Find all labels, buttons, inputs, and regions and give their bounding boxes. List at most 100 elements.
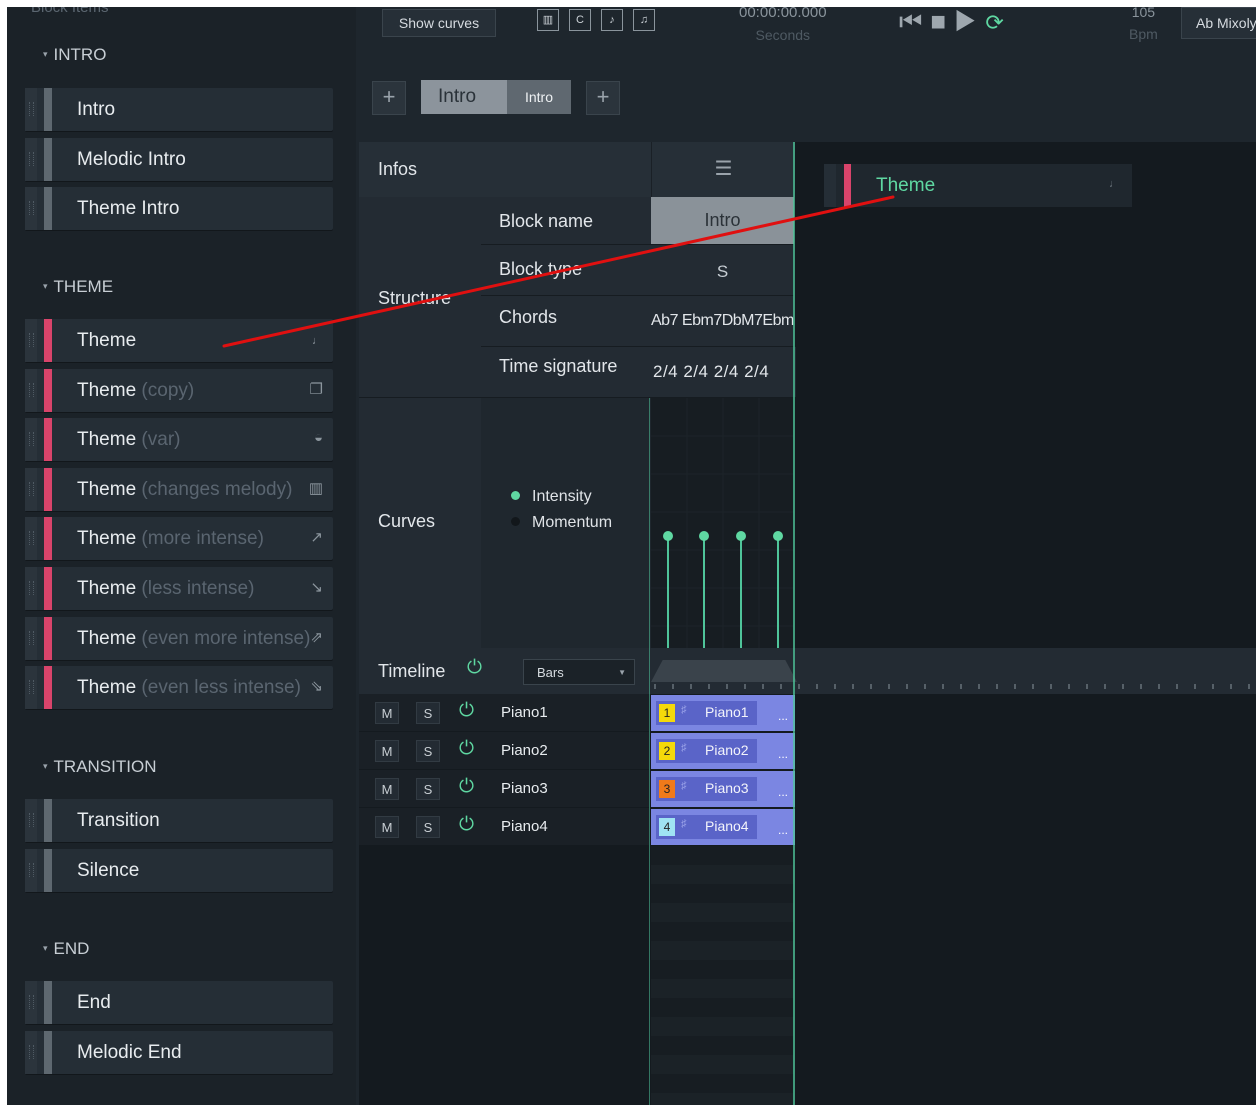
section-theme[interactable]: ▾ THEME [43,277,113,297]
solo-button[interactable]: S [416,778,440,800]
drag-handle-icon[interactable] [25,1031,37,1074]
clip-number: 2 [659,742,675,760]
clip-number: 4 [659,818,675,836]
power-icon[interactable]: ⏻ [459,700,474,722]
momentum-dot-icon [511,517,520,526]
block-item-theme-var[interactable]: Theme (var) ◒ [25,418,333,461]
track-row: M S ⏻ Piano2 2 ♯ Piano2... [359,732,1256,770]
mute-button[interactable]: M [375,816,399,838]
loop-icon[interactable]: ⟳ [985,10,1011,35]
score-view-icon[interactable]: ♫ [633,9,655,31]
mute-button[interactable]: M [375,740,399,762]
infos-menu-icon[interactable]: ☰ [651,142,795,197]
drag-handle-icon[interactable] [25,187,37,230]
stop-icon[interactable]: ■ [930,7,954,36]
block-item-theme-even-less-intense[interactable]: Theme (even less intense) ⇘ [25,666,333,709]
block-item-melodic-intro[interactable]: Melodic Intro [25,138,333,181]
mute-button[interactable]: M [375,778,399,800]
chords-field[interactable]: Ab7 Ebm7DbM7Ebm7 [651,296,794,346]
tab-intro-block[interactable]: Intro Intro [421,80,571,114]
track-name: Piano3 [501,780,548,797]
clip-more-button[interactable]: ... [778,709,788,723]
show-curves-button[interactable]: Show curves [382,9,496,37]
drag-handle-icon[interactable] [824,164,836,207]
solo-button[interactable]: S [416,740,440,762]
solo-button[interactable]: S [416,702,440,724]
solo-button[interactable]: S [416,816,440,838]
block-item-end[interactable]: End [25,981,333,1024]
clip-more-button[interactable]: ... [778,823,788,837]
chord-view-icon[interactable]: C [569,9,591,31]
piano-view-icon[interactable]: ▥ [537,9,559,31]
power-icon[interactable]: ⏻ [459,814,474,836]
drag-handle-icon[interactable] [25,849,37,892]
drag-handle-icon[interactable] [25,517,37,560]
curves-plot[interactable] [651,398,794,648]
clip-more-button[interactable]: ... [778,785,788,799]
drag-handle-icon[interactable] [25,319,37,362]
block-item-transition[interactable]: Transition [25,799,333,842]
inspector-block-item[interactable]: Theme ♩ [824,164,1132,207]
note-view-icon[interactable]: ♪ [601,9,623,31]
tempo-display[interactable]: 105 Bpm [1129,7,1158,42]
dropdown-arrow-icon: ▼ [618,668,626,677]
drag-handle-icon[interactable] [25,567,37,610]
legend-momentum[interactable]: Momentum [511,514,612,532]
drag-handle-icon[interactable] [25,799,37,842]
clip[interactable]: 1 ♯ Piano1... [651,695,795,731]
legend-intensity[interactable]: Intensity [511,488,592,506]
sharp-icon: ♯ [681,742,687,754]
block-item-theme-changes-melody[interactable]: Theme (changes melody) ▥ [25,468,333,511]
section-intro[interactable]: ▾ INTRO [43,45,106,65]
rewind-icon[interactable]: ⏮ [899,7,930,36]
variation-icon: ◒ [313,429,323,446]
clip[interactable]: 3 ♯ Piano3... [651,771,795,807]
drag-handle-icon[interactable] [25,981,37,1024]
block-item-melodic-end[interactable]: Melodic End [25,1031,333,1074]
time-signature-field[interactable]: 2/4 2/4 2/4 2/4 [651,347,796,397]
timeline-ruler[interactable] [651,660,1256,690]
mute-button[interactable]: M [375,702,399,724]
clip[interactable]: 2 ♯ Piano2... [651,733,795,769]
clip[interactable]: 4 ♯ Piano4... [651,809,795,845]
app-window: Block Items ▾ INTRO Intro Melodic Intro T… [7,7,1256,1105]
power-icon[interactable]: ⏻ [459,776,474,798]
play-icon[interactable]: ▶ [954,7,985,36]
timeline-header: Timeline ⏻ Bars ▼ [359,648,1256,694]
collapse-caret-icon: ▾ [43,761,48,771]
clip-number: 1 [659,704,675,722]
block-item-theme-even-more-intense[interactable]: Theme (even more intense) ⇗ [25,617,333,660]
drag-handle-icon[interactable] [25,666,37,709]
block-start-line [649,398,650,1105]
drag-handle-icon[interactable] [25,88,37,131]
sidebar-title: Block Items [31,7,109,16]
section-transition[interactable]: ▾ TRANSITION [43,757,156,777]
block-item-theme-intro[interactable]: Theme Intro [25,187,333,230]
top-toolbar: Show curves ▥ C ♪ ♫ 00:00:00.000 Seconds ⏮■… [359,7,1256,69]
add-block-after-button[interactable]: + [586,81,620,115]
drag-handle-icon[interactable] [25,617,37,660]
block-item-silence[interactable]: Silence [25,849,333,892]
block-item-theme-copy[interactable]: Theme (copy) ❐ [25,369,333,412]
block-item-theme[interactable]: Theme ♩ [25,319,333,362]
key-selector[interactable]: Ab Mixolydian [1181,7,1256,39]
drag-handle-icon[interactable] [25,418,37,461]
clip-more-button[interactable]: ... [778,747,788,761]
view-icons: ▥ C ♪ ♫ [537,9,665,31]
block-name-field[interactable]: Intro [651,197,794,244]
note-icon: ♩ [312,335,323,347]
drag-handle-icon[interactable] [25,369,37,412]
add-block-before-button[interactable]: + [372,81,406,115]
drag-handle-icon[interactable] [25,468,37,511]
block-item-intro[interactable]: Intro [25,88,333,131]
drag-handle-icon[interactable] [25,138,37,181]
power-icon[interactable]: ⏻ [459,738,474,760]
block-item-theme-more-intense[interactable]: Theme (more intense) ↗ [25,517,333,560]
power-icon[interactable]: ⏻ [467,657,482,679]
section-end[interactable]: ▾ END [43,939,89,959]
timeline-unit-select[interactable]: Bars ▼ [523,659,635,685]
block-type-field[interactable]: S [651,245,794,295]
block-item-theme-less-intense[interactable]: Theme (less intense) ↘ [25,567,333,610]
infos-row: Infos [359,142,651,197]
block-name-label: Block name [499,211,594,231]
